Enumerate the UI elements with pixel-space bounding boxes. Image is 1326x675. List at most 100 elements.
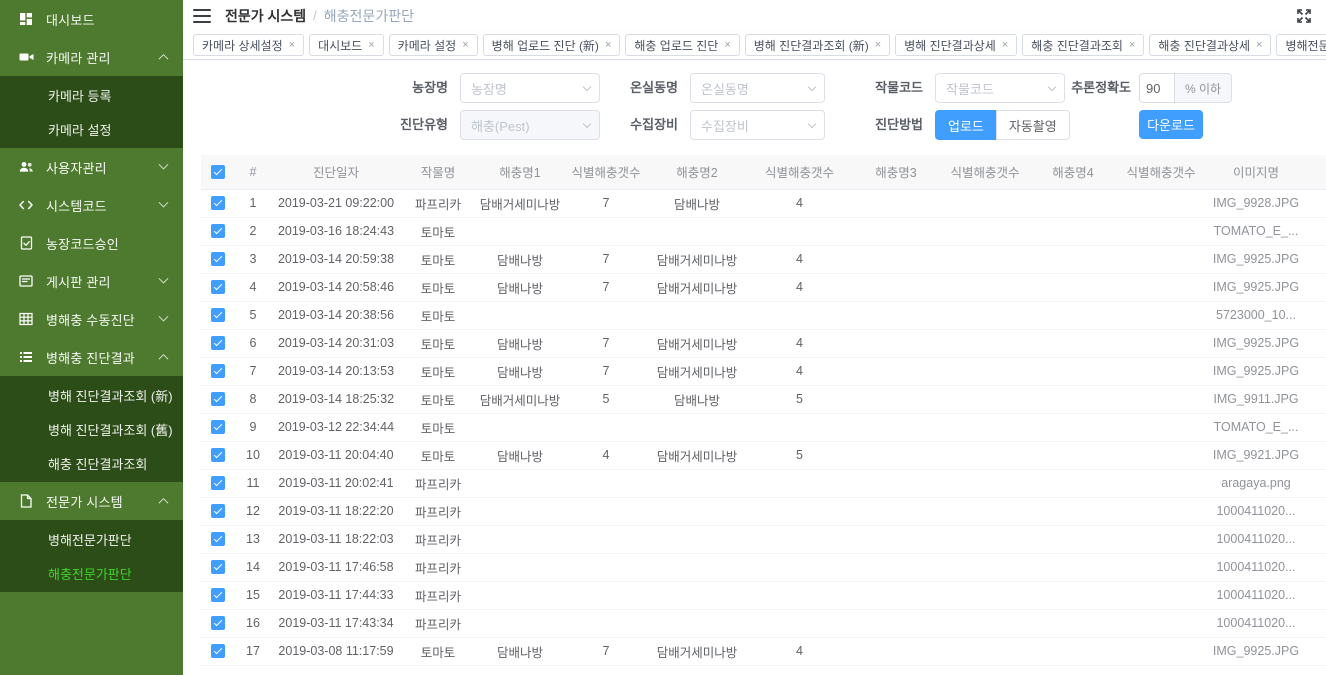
tab-close-icon[interactable]: × bbox=[724, 39, 730, 51]
breadcrumb-section[interactable]: 전문가 시스템 bbox=[225, 6, 306, 26]
row-checkbox[interactable] bbox=[211, 420, 225, 434]
tab-close-icon[interactable]: × bbox=[1256, 39, 1262, 51]
tab-1[interactable]: 카메라 상세설정× bbox=[193, 34, 304, 56]
sidebar-item-8[interactable]: 병해충 진단결과 bbox=[0, 338, 183, 376]
select-all-checkbox[interactable] bbox=[211, 165, 225, 179]
row-checkbox[interactable] bbox=[211, 588, 225, 602]
sidebar-item-2[interactable]: 카메라 관리 bbox=[0, 38, 183, 76]
tab-close-icon[interactable]: × bbox=[289, 39, 295, 51]
crop-code-select-placeholder: 작물코드 bbox=[946, 79, 994, 98]
tab-8[interactable]: 해충 진단결과조회× bbox=[1022, 34, 1144, 56]
row-checkbox[interactable] bbox=[211, 308, 225, 322]
cell-count2 bbox=[747, 581, 852, 609]
cell-count1 bbox=[565, 525, 647, 553]
row-checkbox[interactable] bbox=[211, 252, 225, 266]
fullscreen-icon[interactable] bbox=[1296, 8, 1312, 24]
tab-close-icon[interactable]: × bbox=[368, 39, 374, 51]
sidebar-item-label: 농장코드승인 bbox=[46, 234, 171, 253]
download-button[interactable]: 다운로드 bbox=[1139, 110, 1203, 139]
sidebar-subitem[interactable]: 카메라 설정 bbox=[0, 112, 183, 146]
device-select[interactable]: 수집장비 bbox=[690, 110, 825, 140]
sidebar-item-7[interactable]: 병해충 수동진단 bbox=[0, 300, 183, 338]
row-checkbox[interactable] bbox=[211, 224, 225, 238]
diagnosis-type-select[interactable]: 해충(Pest) bbox=[460, 110, 600, 140]
row-checkbox[interactable] bbox=[211, 196, 225, 210]
cell-crop: 파프리카 bbox=[401, 469, 475, 497]
method-autocapture-button[interactable]: 자동촬영 bbox=[996, 110, 1070, 140]
sidebar-subitem[interactable]: 병해전문가판단 bbox=[0, 522, 183, 556]
tab-5[interactable]: 해충 업로드 진단× bbox=[625, 34, 739, 56]
hamburger-menu-icon[interactable] bbox=[193, 9, 211, 23]
column-header-1: 진단일자 bbox=[271, 155, 401, 189]
cell-date: 2019-03-11 17:43:34 bbox=[271, 609, 401, 637]
row-checkbox[interactable] bbox=[211, 504, 225, 518]
sidebar-item-6[interactable]: 게시판 관리 bbox=[0, 262, 183, 300]
greenhouse-select[interactable]: 온실동명 bbox=[690, 73, 825, 103]
row-checkbox[interactable] bbox=[211, 336, 225, 350]
method-upload-button[interactable]: 업로드 bbox=[935, 110, 996, 140]
sidebar-item-3[interactable]: 사용자관리 bbox=[0, 148, 183, 186]
farm-select[interactable]: 농장명 bbox=[460, 73, 600, 103]
row-checkbox[interactable] bbox=[211, 644, 225, 658]
cell-crop: 파프리카 bbox=[401, 609, 475, 637]
row-checkbox[interactable] bbox=[211, 560, 225, 574]
cell-count3 bbox=[940, 189, 1030, 217]
row-select-cell bbox=[201, 273, 235, 301]
tab-close-icon[interactable]: × bbox=[875, 39, 881, 51]
tab-close-icon[interactable]: × bbox=[462, 39, 468, 51]
tab-2[interactable]: 대시보드× bbox=[309, 34, 384, 56]
sidebar-item-5[interactable]: 농장코드승인 bbox=[0, 224, 183, 262]
cell-count3 bbox=[940, 637, 1030, 665]
accuracy-label: 추론정확도 bbox=[1056, 73, 1131, 103]
row-checkbox[interactable] bbox=[211, 392, 225, 406]
sidebar-subitem[interactable]: 병해 진단결과조회 (新) bbox=[0, 378, 183, 412]
tab-3[interactable]: 카메라 설정× bbox=[389, 34, 478, 56]
accuracy-input[interactable] bbox=[1139, 73, 1175, 103]
tab-close-icon[interactable]: × bbox=[1002, 39, 1008, 51]
cell-count2: 5 bbox=[747, 441, 852, 469]
row-checkbox[interactable] bbox=[211, 532, 225, 546]
cell-pest2: 담배거세미나방 bbox=[647, 441, 747, 469]
tab-10[interactable]: 병해전문가판단× bbox=[1276, 34, 1326, 56]
row-checkbox[interactable] bbox=[211, 476, 225, 490]
tab-9[interactable]: 해충 진단결과상세× bbox=[1149, 34, 1271, 56]
tab-7[interactable]: 병해 진단결과상세× bbox=[895, 34, 1017, 56]
cell-image: IMG_9928.JPG bbox=[1206, 189, 1306, 217]
cell-count3 bbox=[940, 469, 1030, 497]
chevron-down-icon bbox=[159, 197, 169, 207]
crop-code-select[interactable]: 작물코드 bbox=[935, 73, 1065, 103]
sidebar-subitem[interactable]: 해충 진단결과조회 bbox=[0, 446, 183, 480]
row-checkbox[interactable] bbox=[211, 448, 225, 462]
cell-no: 16 bbox=[235, 609, 271, 637]
chevron-down-icon bbox=[159, 273, 169, 283]
tab-4[interactable]: 병해 업로드 진단 (新)× bbox=[483, 34, 621, 56]
sidebar-subitem[interactable]: 병해 진단결과조회 (舊) bbox=[0, 412, 183, 446]
cell-reg: 2018 bbox=[1306, 189, 1326, 217]
cell-reg: 2018 bbox=[1306, 357, 1326, 385]
row-checkbox[interactable] bbox=[211, 616, 225, 630]
tab-6[interactable]: 병해 진단결과조회 (新)× bbox=[745, 34, 890, 56]
tab-close-icon[interactable]: × bbox=[1129, 39, 1135, 51]
row-checkbox[interactable] bbox=[211, 364, 225, 378]
cell-pest2: 담배거세미나방 bbox=[647, 637, 747, 665]
cell-pest1 bbox=[475, 581, 565, 609]
table-row: 42019-03-14 20:58:46토마토담배나방7담배거세미나방4IMG_… bbox=[201, 273, 1326, 301]
row-select-cell bbox=[201, 497, 235, 525]
row-checkbox[interactable] bbox=[211, 280, 225, 294]
cell-count3 bbox=[940, 441, 1030, 469]
sidebar-item-9[interactable]: 전문가 시스템 bbox=[0, 482, 183, 520]
cell-reg: 2018 bbox=[1306, 273, 1326, 301]
chevron-down-icon bbox=[808, 120, 816, 128]
cell-crop: 토마토 bbox=[401, 245, 475, 273]
sidebar-subitem[interactable]: 카메라 등록 bbox=[0, 78, 183, 112]
column-header-6: 식별해충갯수 bbox=[747, 155, 852, 189]
sidebar-item-1[interactable]: 대시보드 bbox=[0, 0, 183, 38]
cell-pest4 bbox=[1030, 245, 1116, 273]
sidebar-subitem[interactable]: 해충전문가판단 bbox=[0, 556, 183, 590]
table-row: 102019-03-11 20:04:40토마토담배나방4담배거세미나방5IMG… bbox=[201, 441, 1326, 469]
sidebar-item-4[interactable]: 시스템코드 bbox=[0, 186, 183, 224]
cell-pest3 bbox=[852, 189, 940, 217]
tab-close-icon[interactable]: × bbox=[605, 39, 611, 51]
cell-image: IMG_9911.JPG bbox=[1206, 385, 1306, 413]
cell-reg: 2019 bbox=[1306, 553, 1326, 581]
